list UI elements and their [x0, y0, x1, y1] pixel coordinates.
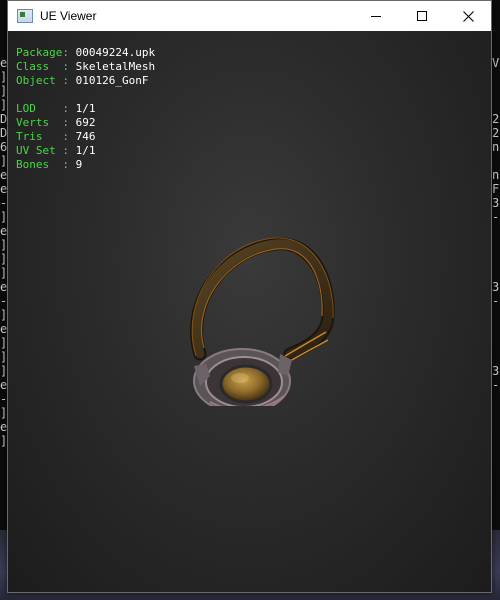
object-value: 010126_GonF — [75, 74, 149, 87]
bones-label: Bones : — [16, 158, 76, 171]
package-row: Package: 00049224.upk — [16, 46, 155, 60]
uvset-label: UV Set : — [16, 144, 76, 157]
verts-value: 692 — [75, 116, 96, 129]
object-label: Object : — [16, 74, 76, 87]
object-row: Object : 010126_GonF — [16, 74, 155, 88]
class-value: SkeletalMesh — [75, 60, 156, 73]
verts-row: Verts : 692 — [16, 116, 155, 130]
package-label: Package: — [16, 46, 76, 59]
minimize-icon — [371, 16, 381, 17]
bones-value: 9 — [75, 158, 83, 171]
close-icon — [462, 10, 474, 22]
maximize-icon — [417, 11, 427, 21]
app-window-icon[interactable] — [17, 9, 33, 23]
title-bar[interactable]: UE Viewer — [8, 1, 491, 31]
class-label: Class : — [16, 60, 76, 73]
window-controls — [353, 1, 491, 31]
lens-shine — [231, 373, 249, 383]
maximize-button[interactable] — [399, 1, 445, 31]
lod-label: LOD : — [16, 102, 76, 115]
uvset-value: 1/1 — [75, 144, 96, 157]
lens — [219, 364, 273, 404]
window-title: UE Viewer — [40, 9, 97, 23]
tris-row: Tris : 746 — [16, 130, 155, 144]
package-value: 00049224.upk — [75, 46, 156, 59]
tris-label: Tris : — [16, 130, 76, 143]
tris-value: 746 — [75, 130, 96, 143]
background-console-right-text: V 2 2 n n F 3 - 3 - 3 - — [492, 56, 500, 392]
uvset-row: UV Set : 1/1 — [16, 144, 155, 158]
minimize-button[interactable] — [353, 1, 399, 31]
3d-viewport[interactable]: Package: 00049224.upk Class : SkeletalMe… — [8, 31, 491, 592]
close-button[interactable] — [445, 1, 491, 31]
mesh-info-overlay: Package: 00049224.upk Class : SkeletalMe… — [16, 46, 155, 172]
ue-viewer-window: UE Viewer Package: 00049224.upk Class : … — [7, 0, 492, 593]
bones-row: Bones : 9 — [16, 158, 155, 172]
lod-row: LOD : 1/1 — [16, 102, 155, 116]
eyepatch-mesh-model[interactable] — [180, 236, 340, 406]
lod-value: 1/1 — [75, 102, 96, 115]
class-row: Class : SkeletalMesh — [16, 60, 155, 74]
verts-label: Verts : — [16, 116, 76, 129]
